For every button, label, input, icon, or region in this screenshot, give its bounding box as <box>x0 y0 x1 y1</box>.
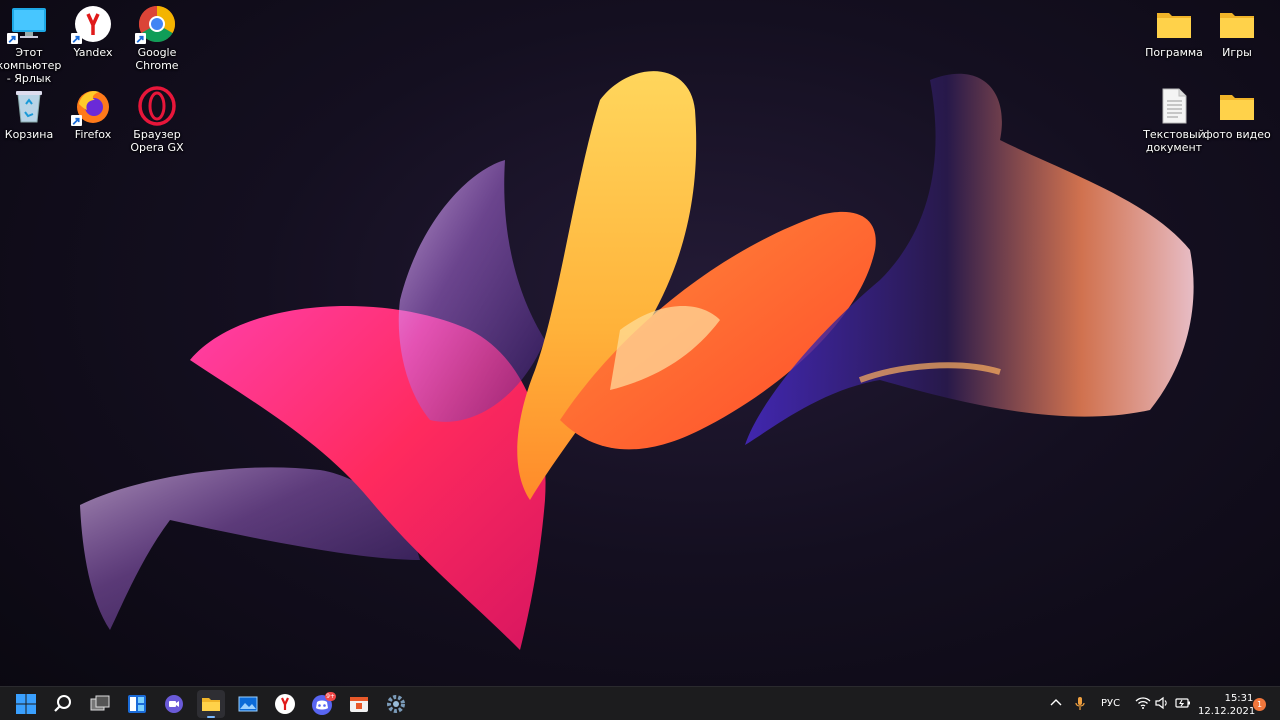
microphone-icon <box>1075 697 1085 710</box>
search-icon <box>54 695 71 712</box>
folder-icon <box>1217 86 1257 126</box>
desktop-icon-label: Корзина <box>4 128 54 141</box>
language-indicator[interactable]: РУС <box>1101 698 1120 709</box>
firefox-icon <box>71 86 113 126</box>
photos-icon <box>238 696 258 712</box>
desktop-icon-label: фото видео <box>1203 128 1271 141</box>
desktop-icon-chrome[interactable]: Google Chrome <box>125 4 189 72</box>
yandex-browser-icon <box>71 4 113 44</box>
discord-button[interactable]: 9+ <box>308 690 336 718</box>
office-icon <box>350 697 368 712</box>
file-explorer-button[interactable] <box>197 690 225 718</box>
folder-icon <box>1154 4 1194 44</box>
desktop-icon-folder-games[interactable]: Игры <box>1205 4 1269 59</box>
desktop-icon-this-pc[interactable]: Этот компьютер - Ярлык <box>0 4 61 85</box>
chat-button[interactable] <box>160 690 188 718</box>
opera-gx-icon <box>137 86 177 126</box>
settings-button[interactable] <box>382 690 410 718</box>
widgets-icon <box>128 695 146 713</box>
photos-button[interactable] <box>234 690 262 718</box>
shortcut-arrow-icon <box>71 115 82 126</box>
recycle-bin-icon <box>9 86 49 126</box>
desktop-icon-label: Игры <box>1222 46 1252 59</box>
wallpaper <box>80 71 1194 650</box>
desktop-icon-recycle-bin[interactable]: Корзина <box>0 86 61 141</box>
yandex-taskbar-button[interactable] <box>271 690 299 718</box>
desktop-icon-folder-photo-video[interactable]: фото видео <box>1203 86 1271 141</box>
clock-date: 12.12.2021 <box>1198 706 1256 717</box>
desktop-icon-folder-programma[interactable]: Пограмма <box>1142 4 1206 59</box>
microphone-button[interactable] <box>1072 695 1088 711</box>
desktop-icon-label: Пограмма <box>1145 46 1203 59</box>
battery-charging-icon <box>1175 698 1190 708</box>
speaker-icon <box>1155 696 1167 710</box>
folder-icon <box>1217 4 1257 44</box>
desktop-icon-yandex[interactable]: Yandex <box>61 4 125 59</box>
teams-chat-icon <box>165 695 183 713</box>
shortcut-arrow-icon <box>71 33 82 44</box>
desktop-icon-text-document[interactable]: Текстовый документ <box>1142 86 1206 154</box>
shortcut-arrow-icon <box>135 33 146 44</box>
search-button[interactable] <box>49 690 77 718</box>
text-document-icon <box>1154 86 1194 126</box>
network-button[interactable] <box>1135 695 1151 711</box>
task-view-button[interactable] <box>86 690 114 718</box>
taskbar: 9+ РУС 15:31 12.12.2021 <box>0 686 1280 720</box>
task-view-icon <box>90 695 110 711</box>
desktop-icon-opera-gx[interactable]: Браузер Opera GX <box>125 86 189 154</box>
file-explorer-icon <box>202 698 220 711</box>
wifi-icon <box>1135 697 1151 709</box>
widgets-button[interactable] <box>123 690 151 718</box>
shortcut-arrow-icon <box>7 33 18 44</box>
chrome-icon <box>135 4 177 44</box>
desktop-icon-label: Текстовый документ <box>1143 128 1205 154</box>
this-pc-icon <box>7 4 49 44</box>
start-icon <box>16 694 36 714</box>
yandex-browser-icon <box>275 694 295 714</box>
desktop-icon-label: Firefox <box>74 128 112 141</box>
notification-center-badge[interactable]: 1 <box>1253 698 1266 711</box>
start-button[interactable] <box>12 690 40 718</box>
discord-notification-badge: 9+ <box>325 692 336 701</box>
settings-icon <box>387 695 405 713</box>
desktop-icon-label: Yandex <box>73 46 113 59</box>
desktop-icon-firefox[interactable]: Firefox <box>61 86 125 141</box>
desktop-icon-label: Google Chrome <box>135 46 179 72</box>
desktop[interactable]: Этот компьютер - Ярлык Yandex Google Chr… <box>0 0 1280 720</box>
desktop-icon-label: Браузер Opera GX <box>130 128 184 154</box>
volume-button[interactable] <box>1154 695 1170 711</box>
show-hidden-icons-button[interactable] <box>1048 695 1064 711</box>
chevron-up-icon <box>1050 699 1062 706</box>
office-button[interactable] <box>345 690 373 718</box>
battery-button[interactable] <box>1175 695 1191 711</box>
